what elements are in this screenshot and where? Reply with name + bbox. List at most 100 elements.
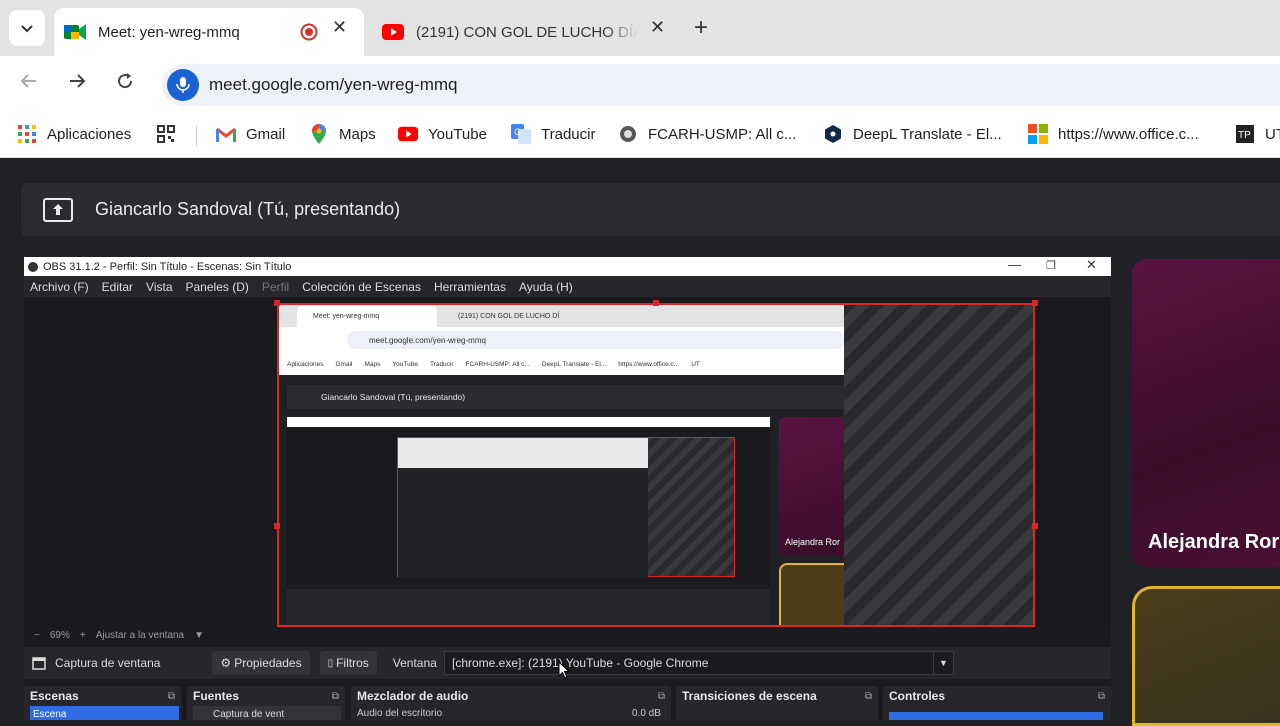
captured-window-preview[interactable]: Meet: yen-wreg-mmq (2191) CON GOL DE LUC… [274,300,1038,627]
maximize-icon[interactable]: ❐ [1046,259,1056,272]
mini-participant-tile: Alejandra Ror [779,417,844,555]
tab-strip: Meet: yen-wreg-mmq ✕ (2191) CON GOL DE L… [0,0,1280,56]
mixer-db-value: 0.0 dB [632,708,661,719]
resize-handle[interactable] [1032,300,1038,306]
window-label: Ventana [392,656,437,670]
close-tab-icon[interactable]: ✕ [650,17,665,38]
undock-icon[interactable]: ⧉ [865,691,872,702]
mini-obs-window [287,417,770,627]
bookmark-qr[interactable] [156,124,186,144]
bookmark-office[interactable]: https://www.office.c... [1028,124,1199,144]
mini-capture-meet [398,468,648,578]
mini-bookmark: Gmail [335,360,353,368]
scenes-title: Escenas [30,689,79,703]
youtube-icon [398,124,418,144]
mini-bookmark: YouTube [392,360,418,368]
resize-handle[interactable] [274,523,280,529]
bookmark-gmail[interactable]: Gmail [216,124,285,144]
mini-presenting-banner: Giancarlo Sandoval (Tú, presentando) [287,385,844,409]
participant-name: Alejandra Ror [1148,531,1280,553]
minimize-icon[interactable]: — [1008,257,1021,272]
window-capture-icon [32,656,46,670]
mini-bookmark: Traducir [429,360,454,368]
mini-tab-title: Meet: yen-wreg-mmq [313,313,380,320]
reload-button[interactable] [116,72,134,96]
scene-item-label: Escena [33,709,67,720]
menu-coleccion[interactable]: Colección de Escenas [302,280,421,294]
menu-archivo[interactable]: Archivo (F) [30,280,89,294]
mixer-item-label: Audio del escritorio [357,708,443,719]
undock-icon[interactable]: ⧉ [1098,691,1105,702]
forward-button[interactable] [68,72,86,96]
filters-button[interactable]: ▯ Filtros [319,651,377,675]
bookmarks-bar: Aplicaciones Gmail Maps YouTube G Traduc… [0,112,1280,158]
undock-icon[interactable]: ⧉ [658,691,665,702]
bookmark-deepl[interactable]: DeepL Translate - El... [823,124,1002,144]
participant-tile[interactable]: Alejandra Ror [1132,259,1280,567]
gear-icon: ⚙ [220,656,232,670]
menu-herramientas[interactable]: Herramientas [434,280,506,294]
tab-meet[interactable]: Meet: yen-wreg-mmq ✕ [54,8,364,56]
menu-editar[interactable]: Editar [102,280,133,294]
menu-perfil[interactable]: Perfil [262,280,289,294]
mini-toolbar: meet.google.com/yen-wreg-mmq [277,327,844,353]
mini-bookmark: https://www.office.c... [618,360,680,368]
resize-handle[interactable] [274,300,280,306]
filters-label: Filtros [336,656,369,670]
close-window-icon[interactable]: ✕ [1086,257,1097,273]
back-button[interactable] [20,72,38,96]
undock-icon[interactable]: ⧉ [332,691,339,702]
bookmark-maps[interactable]: Maps [309,124,376,144]
bookmark-ut[interactable]: TP UT [1235,124,1280,144]
filter-icon: ▯ [327,657,334,669]
tab-youtube[interactable]: (2191) CON GOL DE LUCHO DÍAZ ✕ [372,8,678,56]
bookmark-label: https://www.office.c... [1058,125,1199,143]
presenting-banner: Giancarlo Sandoval (Tú, presentando) [21,183,1280,236]
resize-handle[interactable] [1032,523,1038,529]
scenes-dock: Escenas ⧉ Escena [24,686,181,720]
mini-tab-youtube: (2191) CON GOL DE LUCHO DÍ [442,306,582,327]
bookmark-label: YouTube [428,125,487,143]
bookmark-label: Aplicaciones [47,125,132,143]
sources-dock: Fuentes ⧉ Captura de vent [187,686,345,720]
menu-ayuda[interactable]: Ayuda (H) [519,280,573,294]
new-tab-button[interactable]: + [694,14,708,42]
close-tab-icon[interactable]: ✕ [332,17,347,38]
arrow-right-icon [70,74,86,88]
zoom-out-button[interactable]: − [34,630,40,641]
empty-area-stripes [844,303,1035,627]
bookmark-fcarh[interactable]: FCARH-USMP: All c... [618,124,796,144]
bookmark-translate[interactable]: G Traducir [511,124,595,144]
mini-meet-stage: Giancarlo Sandoval (Tú, presentando) Ale… [277,375,844,627]
chevron-down-icon[interactable]: ▼ [194,630,204,641]
properties-button[interactable]: ⚙ Propiedades [212,651,310,675]
bookmark-youtube[interactable]: YouTube [398,124,487,144]
google-meet-icon [64,24,86,40]
tab-search-button[interactable] [9,10,45,46]
menu-vista[interactable]: Vista [146,280,172,294]
participant-tile-speaking[interactable] [1132,586,1280,726]
transitions-dock: Transiciones de escena ⧉ [676,686,878,720]
menu-paneles[interactable]: Paneles (D) [186,280,249,294]
obs-menubar: Archivo (F) Editar Vista Paneles (D) Per… [24,276,1111,297]
scene-item-selected[interactable]: Escena [30,706,179,720]
bookmark-label: Traducir [541,125,596,143]
undock-icon[interactable]: ⧉ [168,691,175,702]
source-item[interactable]: Captura de vent [193,706,341,720]
ut-icon: TP [1235,124,1255,144]
fit-window-label[interactable]: Ajustar a la ventana [96,630,184,641]
resize-handle[interactable] [653,300,659,306]
window-select[interactable]: [chrome.exe]: (2191) YouTube - Google Ch… [444,651,954,675]
mini-bookmarks: Aplicaciones Gmail Maps YouTube Traducir… [277,353,844,375]
presenting-label: Giancarlo Sandoval (Tú, presentando) [95,199,401,219]
mini-bookmark: DeepL Translate - El... [541,360,607,368]
gmail-icon [216,124,236,144]
zoom-in-button[interactable]: + [80,630,86,641]
mini-capture [397,437,735,578]
bookmark-apps[interactable]: Aplicaciones [17,124,131,144]
start-streaming-button[interactable] [889,712,1103,720]
address-bar[interactable]: meet.google.com/yen-wreg-mmq [162,64,1280,106]
transitions-title: Transiciones de escena [682,689,817,703]
chevron-down-icon: ▼ [933,652,953,674]
mic-icon[interactable] [167,69,199,101]
